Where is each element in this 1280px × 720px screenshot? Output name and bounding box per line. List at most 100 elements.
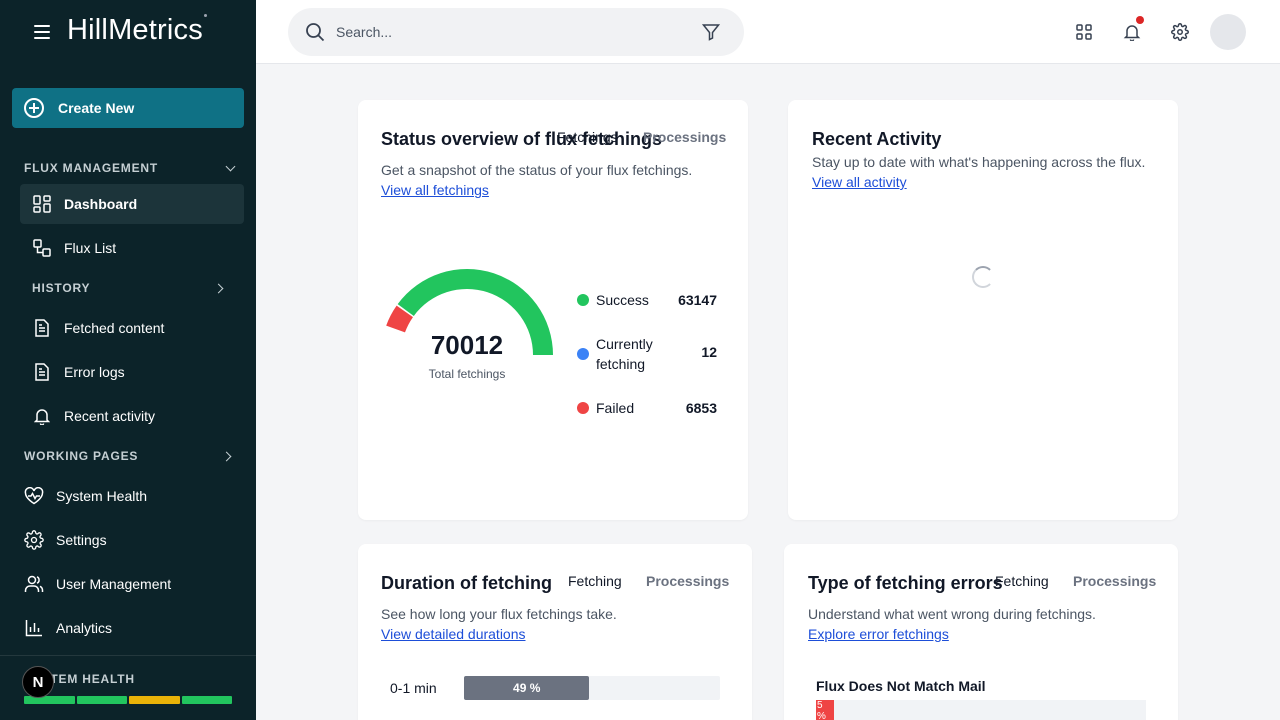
fetching-errors-card: Type of fetching errors Fetching Process… bbox=[784, 544, 1178, 720]
divider bbox=[0, 655, 256, 656]
total-fetchings-value: 70012 bbox=[430, 330, 504, 360]
create-new-label: Create New bbox=[58, 100, 135, 116]
legend-dot bbox=[577, 294, 589, 306]
health-segment bbox=[24, 696, 75, 704]
section-label: FLUX MANAGEMENT bbox=[24, 161, 158, 175]
sidebar-item-fetched-content[interactable]: Fetched content bbox=[20, 308, 244, 348]
total-fetchings-label: Total fetchings bbox=[428, 367, 506, 381]
sidebar-item-label: User Management bbox=[56, 576, 172, 592]
sidebar-item-label: Error logs bbox=[64, 364, 125, 380]
section-flux-management[interactable]: FLUX MANAGEMENT bbox=[24, 158, 240, 178]
logo-dot bbox=[204, 14, 207, 17]
section-label: HISTORY bbox=[32, 281, 91, 295]
avatar[interactable] bbox=[1210, 14, 1246, 50]
sidebar-item-label: Settings bbox=[56, 532, 107, 548]
apps-grid-icon[interactable] bbox=[1072, 20, 1096, 44]
legend-value: 6853 bbox=[685, 400, 717, 416]
legend-dot bbox=[577, 348, 589, 360]
recent-activity-card: Recent Activity Stay up to date with wha… bbox=[788, 100, 1178, 520]
duration-bar: 49 % bbox=[464, 676, 590, 700]
bell-icon[interactable] bbox=[1120, 16, 1144, 44]
create-new-button[interactable]: Create New bbox=[12, 88, 244, 128]
card-description: Get a snapshot of the status of your flu… bbox=[381, 162, 693, 178]
search-bar[interactable] bbox=[288, 8, 744, 56]
sidebar-item-recent-activity[interactable]: Recent activity bbox=[20, 396, 244, 436]
sidebar-item-system-health[interactable]: System Health bbox=[12, 476, 244, 516]
legend-label: Failed bbox=[596, 400, 635, 416]
card-title: Duration of fetching bbox=[381, 573, 552, 593]
tab-fetching[interactable]: Fetching bbox=[568, 573, 622, 589]
section-working-pages[interactable]: WORKING PAGES bbox=[24, 446, 240, 466]
duration-card: Duration of fetching Fetching Processing… bbox=[358, 544, 752, 720]
tab-processings[interactable]: Processings bbox=[1073, 573, 1156, 589]
gear-icon[interactable] bbox=[1168, 20, 1192, 44]
search-input[interactable] bbox=[336, 22, 686, 42]
section-history[interactable]: HISTORY bbox=[32, 278, 232, 298]
menu-icon[interactable] bbox=[34, 25, 50, 39]
sidebar-item-label: Recent activity bbox=[64, 408, 156, 424]
document-icon bbox=[32, 362, 52, 382]
view-all-activity-link[interactable]: View all activity bbox=[812, 174, 907, 190]
status-overview-card: Status overview of flux fetchings Fetchi… bbox=[358, 100, 748, 520]
legend-value: 12 bbox=[701, 344, 717, 360]
brand-bar: HillMetrics bbox=[0, 0, 256, 64]
sidebar-item-flux-list[interactable]: Flux List bbox=[20, 228, 244, 268]
tab-processings[interactable]: Processings bbox=[643, 129, 726, 145]
plus-circle-icon bbox=[24, 98, 44, 118]
filter-icon[interactable] bbox=[701, 23, 721, 46]
legend-currently-fetching: Currently fetching 12 bbox=[577, 334, 717, 374]
card-description: See how long your flux fetchings take. bbox=[381, 606, 617, 622]
bar-chart-icon bbox=[24, 618, 44, 638]
error-track: 5 % bbox=[816, 700, 1146, 720]
card-description: Stay up to date with what's happening ac… bbox=[812, 154, 1146, 170]
tab-processings[interactable]: Processings bbox=[646, 573, 729, 589]
legend-label: Currently fetching bbox=[596, 336, 653, 372]
system-health-bar bbox=[24, 696, 232, 704]
sidebar-item-dashboard[interactable]: Dashboard bbox=[20, 184, 244, 224]
duration-track: 49 % bbox=[464, 676, 720, 700]
sidebar-item-label: Analytics bbox=[56, 620, 113, 636]
logo: HillMetrics bbox=[67, 14, 203, 46]
sidebar-item-label: Dashboard bbox=[64, 196, 138, 212]
error-type-label: Flux Does Not Match Mail bbox=[816, 678, 986, 694]
legend-success: Success 63147 bbox=[577, 290, 717, 310]
sidebar-item-user-management[interactable]: User Management bbox=[12, 564, 244, 604]
view-all-fetchings-link[interactable]: View all fetchings bbox=[381, 182, 489, 198]
health-segment bbox=[129, 696, 180, 704]
notification-dot bbox=[1136, 16, 1144, 24]
heart-pulse-icon bbox=[24, 486, 44, 506]
sidebar-item-analytics[interactable]: Analytics bbox=[12, 608, 244, 648]
sidebar-item-error-logs[interactable]: Error logs bbox=[20, 352, 244, 392]
card-title: Recent Activity bbox=[812, 129, 942, 149]
tab-fetchings[interactable]: Fetchings bbox=[557, 129, 618, 145]
search-icon bbox=[305, 22, 325, 47]
sidebar: HillMetrics Create New FLUX MANAGEMENT D… bbox=[0, 0, 256, 720]
gear-icon bbox=[24, 530, 44, 550]
legend-dot bbox=[577, 402, 589, 414]
chevron-right-icon bbox=[213, 283, 224, 293]
explore-error-fetchings-link[interactable]: Explore error fetchings bbox=[808, 626, 949, 642]
app-badge[interactable]: N bbox=[22, 666, 54, 698]
dashboard-icon bbox=[32, 194, 52, 214]
view-detailed-durations-link[interactable]: View detailed durations bbox=[381, 626, 526, 642]
health-segment bbox=[181, 696, 232, 704]
duration-label: 0-1 min bbox=[390, 680, 437, 696]
duration-row: 0-1 min 49 % bbox=[390, 676, 720, 700]
tab-fetching[interactable]: Fetching bbox=[995, 573, 1049, 589]
users-icon bbox=[24, 574, 44, 594]
card-title: Status overview of flux fetchings bbox=[381, 129, 663, 149]
top-bar bbox=[256, 0, 1280, 64]
bell-icon bbox=[32, 406, 52, 426]
sidebar-item-label: Flux List bbox=[64, 240, 117, 256]
section-label: WORKING PAGES bbox=[24, 449, 139, 463]
sidebar-item-label: Fetched content bbox=[64, 320, 165, 336]
card-description: Understand what went wrong during fetchi… bbox=[808, 606, 1096, 622]
error-bar: 5 % bbox=[816, 700, 834, 720]
legend-value: 63147 bbox=[678, 292, 717, 308]
health-segment bbox=[76, 696, 127, 704]
flux-list-icon bbox=[32, 238, 52, 258]
loading-spinner-icon bbox=[972, 266, 994, 288]
legend-label: Success bbox=[596, 292, 649, 308]
sidebar-item-settings[interactable]: Settings bbox=[12, 520, 244, 560]
document-icon bbox=[32, 318, 52, 338]
